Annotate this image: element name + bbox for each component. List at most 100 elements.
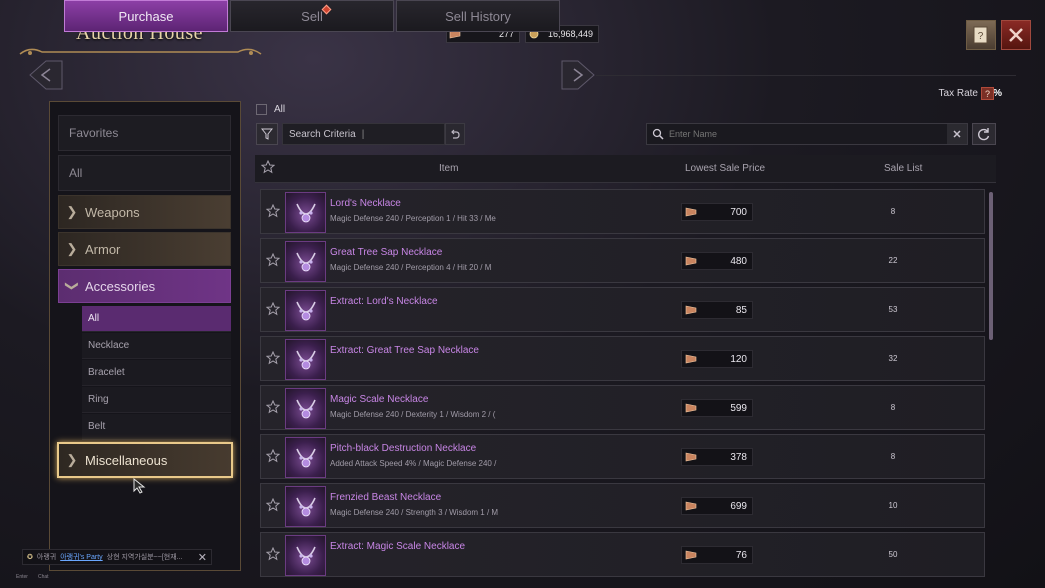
scrollbar[interactable] bbox=[989, 192, 993, 340]
necklace-icon bbox=[285, 486, 326, 527]
tab-sell-history[interactable]: Sell History bbox=[396, 0, 560, 32]
category-weapons[interactable]: ❯ Weapons bbox=[58, 195, 231, 229]
sale-list-count: 50 bbox=[888, 550, 898, 559]
refresh-icon bbox=[978, 128, 990, 141]
favorite-star-icon[interactable] bbox=[265, 350, 281, 370]
table-row[interactable]: Extract: Lord's Necklace 85 53 bbox=[260, 287, 985, 332]
table-row[interactable]: Extract: Magic Scale Necklace 76 50 bbox=[260, 532, 985, 577]
favorite-star-icon[interactable] bbox=[265, 203, 281, 223]
tab-divider bbox=[596, 75, 1016, 76]
item-name: Lord's Necklace bbox=[330, 198, 401, 209]
sale-list-count: 10 bbox=[888, 501, 898, 510]
subcategory-necklace[interactable]: Necklace bbox=[82, 333, 231, 359]
header-item[interactable]: Item bbox=[439, 163, 458, 174]
chat-close-icon[interactable]: ✕ bbox=[198, 551, 211, 564]
search-icon bbox=[647, 128, 669, 140]
item-name: Extract: Great Tree Sap Necklace bbox=[330, 345, 479, 356]
necklace-icon bbox=[285, 535, 326, 576]
tax-help-button[interactable]: ? bbox=[981, 87, 994, 100]
header-sale-list[interactable]: Sale List bbox=[884, 163, 922, 174]
lowest-price: 599 bbox=[681, 399, 753, 417]
lowest-price: 699 bbox=[681, 497, 753, 515]
party-icon: ✪ bbox=[27, 554, 33, 561]
item-stats: Magic Defense 240 / Strength 3 / Wisdom … bbox=[330, 508, 499, 517]
table-row[interactable]: Extract: Great Tree Sap Necklace 120 32 bbox=[260, 336, 985, 381]
necklace-icon bbox=[285, 290, 326, 331]
sale-list-count: 53 bbox=[888, 305, 898, 314]
close-button[interactable] bbox=[1001, 20, 1031, 50]
necklace-icon bbox=[285, 192, 326, 233]
lowest-price: 120 bbox=[681, 350, 753, 368]
ticket-icon bbox=[682, 501, 700, 511]
all-checkbox[interactable] bbox=[256, 104, 267, 115]
tab-next-arrow[interactable] bbox=[560, 59, 596, 91]
chat-line[interactable]: ✪ 아랭귀 아랭귀's Party 상현 지역가실분~~[현재... ✕ bbox=[22, 549, 212, 565]
chevron-right-icon: ❯ bbox=[66, 452, 78, 467]
category-miscellaneous[interactable]: ❯ Miscellaneous bbox=[57, 442, 233, 478]
subcategory-belt[interactable]: Belt bbox=[82, 414, 231, 440]
favorite-star-icon[interactable] bbox=[265, 497, 281, 517]
tab-sell[interactable]: Sell bbox=[230, 0, 394, 32]
filter-button[interactable] bbox=[256, 123, 278, 145]
lowest-price: 76 bbox=[681, 546, 753, 564]
subcategory-bracelet[interactable]: Bracelet bbox=[82, 360, 231, 386]
item-stats: Magic Defense 240 / Perception 1 / Hit 3… bbox=[330, 214, 496, 223]
header-lowest-price[interactable]: Lowest Sale Price bbox=[685, 163, 765, 174]
favorite-star-icon[interactable] bbox=[265, 399, 281, 419]
subcategory-all[interactable]: All bbox=[82, 306, 231, 332]
search-criteria-field[interactable]: Search Criteria | bbox=[282, 123, 445, 145]
sale-list-count: 32 bbox=[888, 354, 898, 363]
ticket-icon bbox=[682, 550, 700, 560]
sidebar-favorites[interactable]: Favorites bbox=[58, 115, 231, 151]
name-search-box bbox=[646, 123, 968, 145]
item-stats: Added Attack Speed 4% / Magic Defense 24… bbox=[330, 459, 497, 468]
item-name: Great Tree Sap Necklace bbox=[330, 247, 443, 258]
favorite-star-icon[interactable] bbox=[265, 252, 281, 272]
necklace-icon bbox=[285, 437, 326, 478]
category-armor[interactable]: ❯ Armor bbox=[58, 232, 231, 266]
lowest-price: 700 bbox=[681, 203, 753, 221]
table-row[interactable]: Frenzied Beast Necklace Magic Defense 240… bbox=[260, 483, 985, 528]
favorite-star-icon[interactable] bbox=[261, 160, 275, 174]
ticket-icon bbox=[682, 305, 700, 315]
all-label: All bbox=[274, 104, 286, 115]
close-icon bbox=[1009, 28, 1023, 42]
favorite-star-icon[interactable] bbox=[265, 448, 281, 468]
lowest-price: 85 bbox=[681, 301, 753, 319]
reset-criteria-button[interactable] bbox=[445, 123, 465, 145]
svg-text:?: ? bbox=[978, 31, 984, 42]
undo-icon bbox=[451, 129, 460, 139]
title-ornament bbox=[19, 48, 262, 55]
table-row[interactable]: Magic Scale Necklace Magic Defense 240 / … bbox=[260, 385, 985, 430]
mouse-cursor-icon bbox=[133, 477, 146, 494]
table-row[interactable]: Great Tree Sap Necklace Magic Defense 240… bbox=[260, 238, 985, 283]
item-name: Magic Scale Necklace bbox=[330, 394, 429, 405]
name-search-input[interactable] bbox=[669, 129, 947, 139]
sell-new-badge bbox=[321, 4, 332, 15]
table-row[interactable]: Lord's Necklace Magic Defense 240 / Perce… bbox=[260, 189, 985, 234]
chevron-right-icon: ❯ bbox=[66, 241, 78, 256]
tab-purchase[interactable]: Purchase bbox=[64, 0, 228, 32]
table-row[interactable]: Pitch-black Destruction Necklace Added At… bbox=[260, 434, 985, 479]
favorite-star-icon[interactable] bbox=[265, 301, 281, 321]
favorite-star-icon[interactable] bbox=[265, 546, 281, 566]
ticket-icon bbox=[682, 452, 700, 462]
tab-prev-arrow[interactable] bbox=[28, 59, 64, 91]
refresh-button[interactable] bbox=[972, 123, 996, 145]
party-link[interactable]: 아랭귀's Party bbox=[60, 552, 102, 562]
sidebar-all[interactable]: All bbox=[58, 155, 231, 191]
subcategory-ring[interactable]: Ring bbox=[82, 387, 231, 413]
item-name: Extract: Magic Scale Necklace bbox=[330, 541, 466, 552]
category-accessories[interactable]: ❯ Accessories bbox=[58, 269, 231, 303]
close-icon bbox=[953, 130, 961, 138]
lowest-price: 378 bbox=[681, 448, 753, 466]
guide-button[interactable]: ? bbox=[966, 20, 996, 50]
item-name: Extract: Lord's Necklace bbox=[330, 296, 438, 307]
clear-search-button[interactable] bbox=[947, 124, 967, 144]
sale-list-count: 22 bbox=[888, 256, 898, 265]
lowest-price: 480 bbox=[681, 252, 753, 270]
necklace-icon bbox=[285, 388, 326, 429]
bottom-hint: Enter Chat bbox=[16, 574, 49, 580]
ticket-icon bbox=[682, 207, 700, 217]
item-name: Pitch-black Destruction Necklace bbox=[330, 443, 477, 454]
